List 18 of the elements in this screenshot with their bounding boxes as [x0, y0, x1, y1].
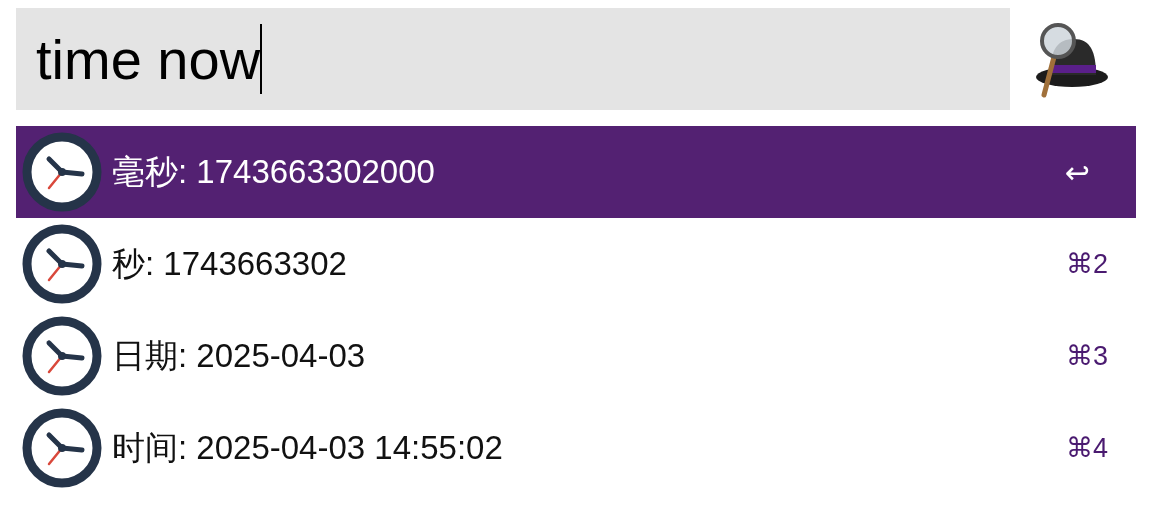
shortcut-hint: ⌘4 — [1065, 432, 1108, 464]
shortcut-hint: ⌘3 — [1065, 340, 1108, 372]
result-item[interactable]: 时间: 2025-04-03 14:55:02 ⌘4 — [16, 402, 1136, 494]
result-item[interactable]: 毫秒: 1743663302000 ↩ — [16, 126, 1136, 218]
result-item[interactable]: 秒: 1743663302 ⌘2 — [16, 218, 1136, 310]
shortcut-hint: ↩ — [1064, 154, 1090, 190]
clock-icon — [22, 132, 102, 212]
result-title: 时间: 2025-04-03 14:55:02 — [112, 427, 504, 468]
result-title: 秒: 1743663302 — [112, 243, 348, 284]
search-field[interactable]: time now — [16, 8, 1010, 110]
result-title: 日期: 2025-04-03 — [112, 335, 367, 376]
result-title: 毫秒: 1743663302000 — [112, 151, 436, 192]
clock-icon — [22, 408, 102, 488]
shortcut-hint: ⌘2 — [1065, 248, 1108, 280]
clock-icon — [22, 316, 102, 396]
clock-icon — [22, 224, 102, 304]
result-item[interactable]: 日期: 2025-04-03 ⌘3 — [16, 310, 1136, 402]
text-cursor — [260, 24, 263, 94]
